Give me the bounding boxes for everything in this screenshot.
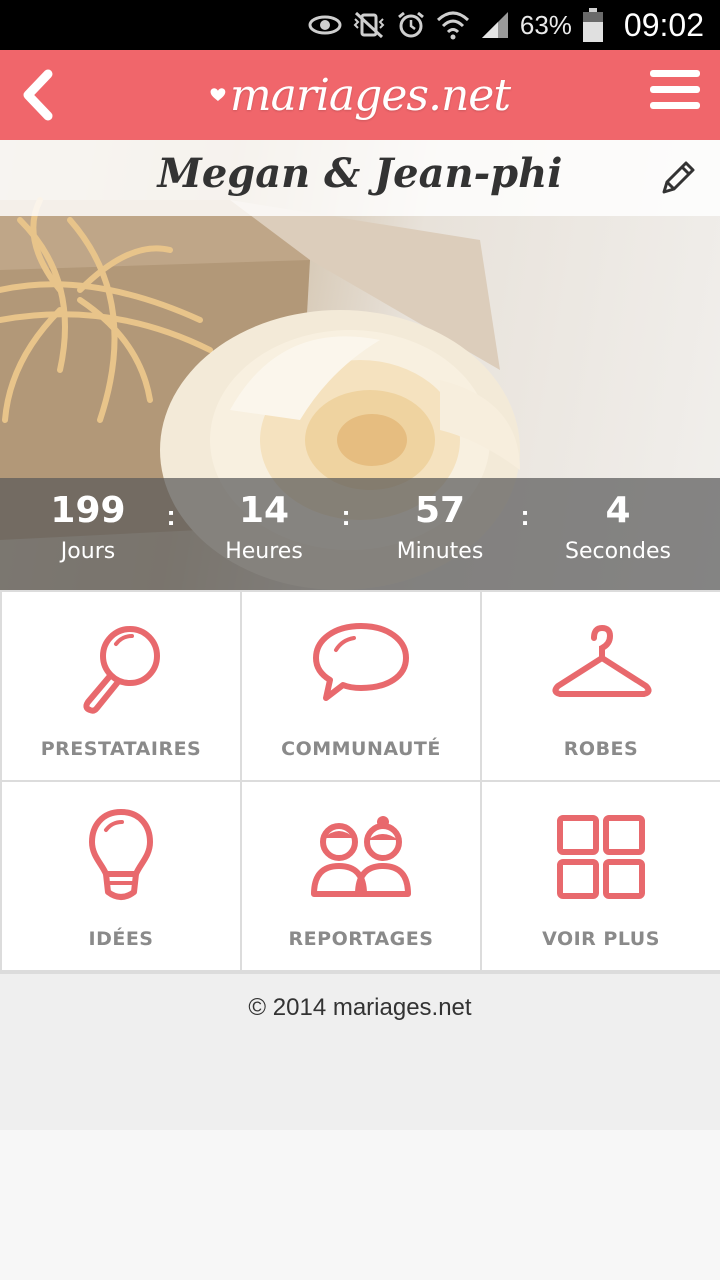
countdown-minutes-value: 57 (414, 490, 466, 531)
grid-icon (557, 815, 645, 899)
brand-logo[interactable]: mariages.net (210, 56, 511, 134)
status-icons: 63% 09:02 (308, 0, 704, 50)
tile-idees[interactable]: IDÉES (2, 782, 240, 970)
couple-name: Megan & Jean-phi (157, 150, 563, 197)
alarm-icon (396, 10, 426, 40)
chevron-left-icon (23, 69, 53, 121)
eye-icon (308, 10, 342, 40)
edit-button[interactable] (658, 158, 698, 198)
countdown-hours-label: Heures (225, 539, 303, 564)
countdown-separator: : (520, 500, 530, 531)
tile-label: IDÉES (88, 928, 154, 950)
countdown-days: 199 Jours (8, 490, 168, 564)
wifi-icon (436, 10, 470, 40)
tile-voir-plus[interactable]: VOIR PLUS (482, 782, 720, 970)
heart-icon (210, 88, 226, 101)
signal-icon (480, 10, 510, 40)
copyright-text: © 2014 mariages.net (248, 994, 472, 1021)
battery-percent: 63% (519, 9, 572, 40)
clock: 09:02 (623, 6, 704, 43)
hero-banner: Megan & Jean-phi 199 Jours : 14 Heures :… (0, 140, 720, 590)
speech-bubble-icon (313, 623, 409, 701)
footer: © 2014 mariages.net (0, 972, 720, 1130)
tile-label: REPORTAGES (288, 928, 434, 950)
tile-label: PRESTATAIRES (40, 738, 202, 760)
lightbulb-icon (89, 809, 153, 900)
countdown-seconds: 4 Secondes (538, 490, 698, 564)
tile-reportages[interactable]: REPORTAGES (242, 782, 480, 970)
magnifier-icon (83, 626, 160, 714)
wedding-countdown: 199 Jours : 14 Heures : 57 Minutes : 4 S… (0, 478, 720, 590)
countdown-minutes-label: Minutes (396, 539, 484, 564)
countdown-seconds-label: Secondes (565, 539, 671, 564)
pencil-icon (662, 161, 695, 194)
tile-prestataires[interactable]: PRESTATAIRES (2, 592, 240, 780)
tile-label: COMMUNAUTÉ (281, 738, 441, 760)
couple-icon (311, 816, 411, 897)
tile-label: VOIR PLUS (542, 928, 660, 950)
vibrate-off-icon (352, 10, 386, 40)
logo-text: mariages.net (229, 69, 511, 121)
hamburger-menu-button[interactable] (650, 70, 700, 120)
menu-grid: PRESTATAIRES COMMUNAUTÉ ROBES IDÉES REPO… (0, 590, 720, 972)
countdown-seconds-value: 4 (605, 490, 631, 531)
app-header: mariages.net (0, 50, 720, 140)
countdown-hours-value: 14 (238, 490, 290, 531)
back-button[interactable] (18, 68, 58, 122)
battery-icon (582, 8, 604, 42)
tile-robes[interactable]: ROBES (482, 592, 720, 780)
tile-label: ROBES (563, 738, 639, 760)
countdown-hours: 14 Heures (184, 490, 344, 564)
countdown-minutes: 57 Minutes (360, 490, 520, 564)
countdown-separator: : (166, 500, 176, 531)
hanger-icon (552, 624, 652, 697)
status-bar: 63% 09:02 (0, 0, 720, 50)
tile-communaute[interactable]: COMMUNAUTÉ (242, 592, 480, 780)
hamburger-menu-icon (650, 70, 700, 77)
countdown-days-value: 199 (50, 490, 126, 531)
countdown-separator: : (341, 500, 351, 531)
countdown-days-label: Jours (60, 539, 116, 564)
